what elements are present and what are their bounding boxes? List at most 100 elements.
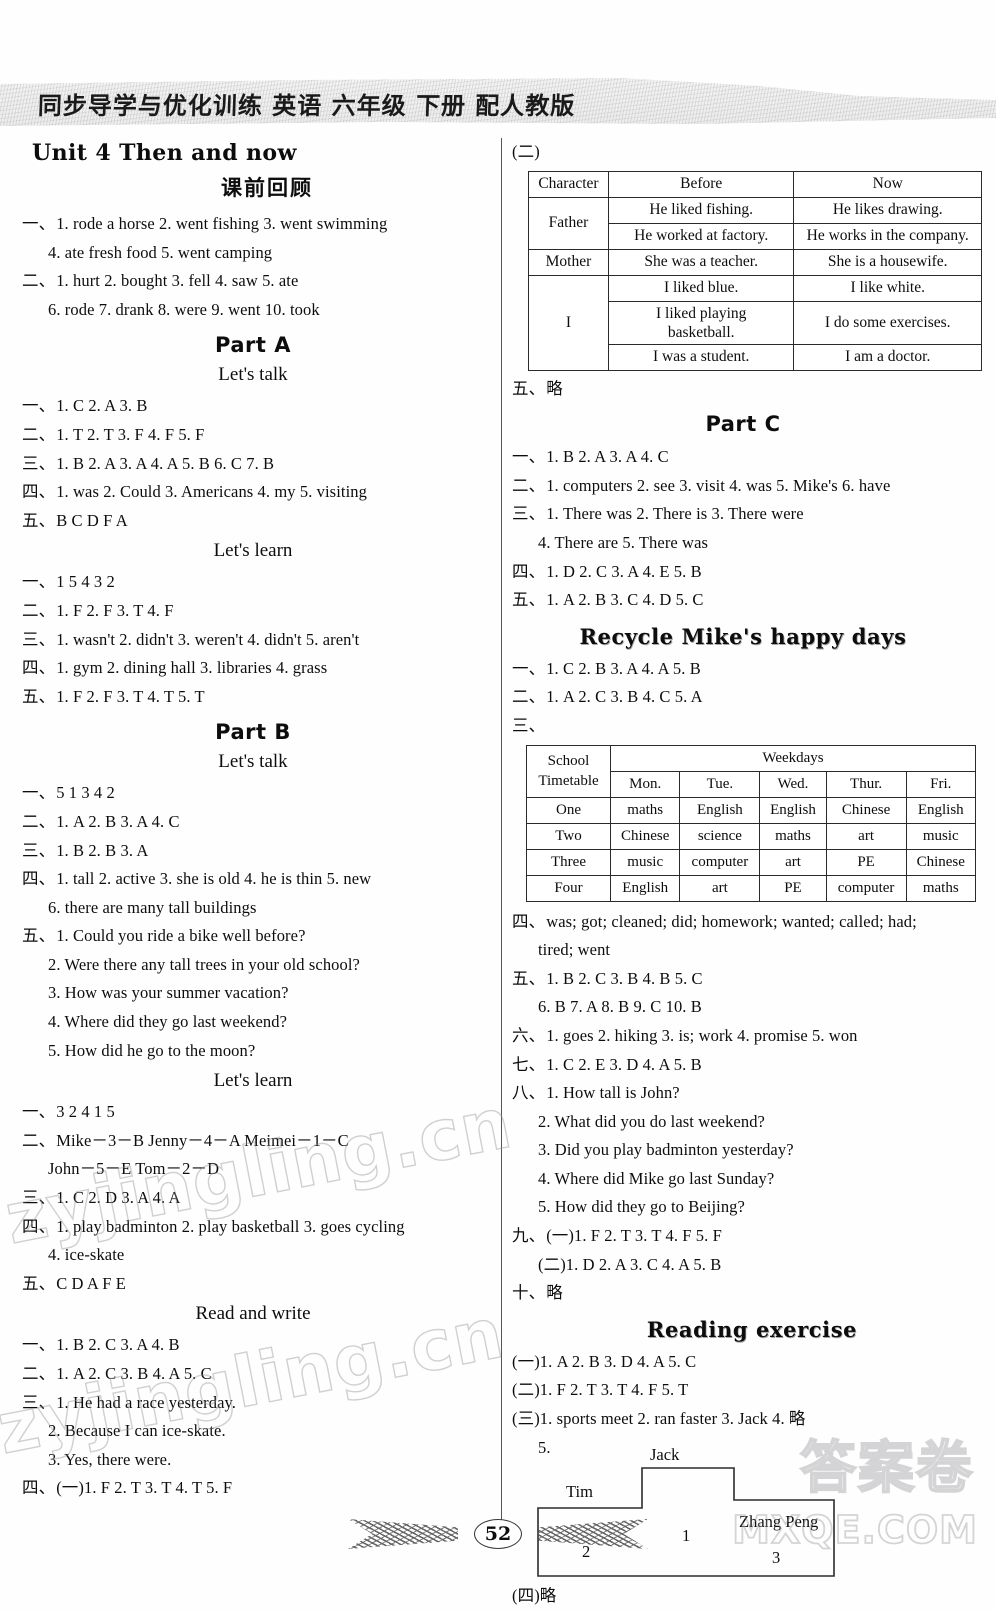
answer-line: 2. Were there any tall trees in your old… <box>22 951 484 980</box>
answer-line: 一、5 1 3 4 2 <box>22 779 484 808</box>
answer-line-text: 5. <box>538 1437 551 1457</box>
part-a-lets-learn-heading: Let's learn <box>213 540 293 562</box>
subject-cell: Chinese <box>825 796 907 824</box>
answer-line: 三、1. He had a race yesterday. <box>22 1389 484 1418</box>
answer-line: (二)1. D 2. A 3. C 4. A 5. B <box>512 1251 974 1280</box>
answer-line: 5. <box>512 1434 974 1463</box>
answer-line-label: 三、 <box>512 504 546 524</box>
part-a-lets-learn-answers: 一、1 5 4 3 2 二、1. F 2. F 3. T 4. F 三、1. was… <box>22 568 484 711</box>
answer-line: 四、1. D 2. C 3. A 4. E 5. B <box>512 558 974 587</box>
answer-line: 五、1. Could you ride a bike well before? <box>22 922 484 951</box>
now-cell: She is a housewife. <box>793 248 982 276</box>
character-cell: Father <box>528 196 609 250</box>
answer-line-text: 4. ice-skate <box>48 1245 125 1265</box>
answer-line: (三)1. sports meet 2. ran faster 3. Jack … <box>512 1405 974 1434</box>
now-cell: I like white. <box>793 274 982 302</box>
answer-line: 二、1. F 2. F 3. T 4. F <box>22 597 484 626</box>
subject-cell: English <box>679 796 761 824</box>
before-cell: He liked fishing. <box>607 196 795 224</box>
answer-line: 6. there are many tall buildings <box>22 894 484 923</box>
answer-line-text: (三)1. sports meet 2. ran faster 3. Jack … <box>512 1409 806 1429</box>
answer-line-label: 五、 <box>22 686 56 706</box>
answer-line-label: 一、 <box>22 1335 56 1355</box>
part-b-lets-talk-answers: 一、5 1 3 4 2 二、1. A 2. B 3. A 4. C 三、1. B 2… <box>22 779 484 1065</box>
answer-line-text: 1. F 2. F 3. T 4. F <box>56 600 174 620</box>
answer-line: 2. What did you do last weekend? <box>512 1108 974 1137</box>
answer-line-text: 1. Could you ride a bike well before? <box>56 926 306 946</box>
answer-line: 四、1. gym 2. dining hall 3. libraries 4. … <box>22 654 484 683</box>
school-timetable: School Timetable Weekdays Mon. Tue. Wed. Thur.… <box>526 744 977 902</box>
part-c-answers: 一、1. B 2. A 3. A 4. C 二、1. computers 2. s… <box>512 443 974 615</box>
answer-line-text: 1. T 2. T 3. F 4. F 5. F <box>56 424 205 444</box>
answer-line-text: 5 1 3 4 2 <box>56 783 115 803</box>
answer-line-label: 五、 <box>22 510 56 530</box>
answer-line-label: 四、 <box>22 1216 56 1236</box>
answer-line: 三、1. B 2. A 3. A 4. A 5. B 6. C 7. B <box>22 450 484 479</box>
answer-line: 四、1. tall 2. active 3. she is old 4. he … <box>22 865 484 894</box>
table-row: Mother She was a teacher. She is a housewi… <box>528 248 982 276</box>
subject-cell: PE <box>759 874 827 902</box>
answer-line-label: 四、 <box>512 911 546 931</box>
page-number-ornament: 52 <box>348 1512 648 1556</box>
answer-line-text: (一)1. A 2. B 3. D 4. A 5. C <box>512 1351 697 1371</box>
day-header: Mon. <box>609 770 681 798</box>
answer-line: 五、B C D F A <box>22 507 484 536</box>
answer-line: 三、 <box>512 712 974 741</box>
before-cell: I liked playing basketball. <box>607 300 795 345</box>
answer-line-text: 4. There are 5. There was <box>538 532 709 552</box>
now-cell: He works in the company. <box>793 222 982 250</box>
answer-line-label: 一、 <box>22 1102 56 1122</box>
answer-line-text: 2. What did you do last weekend? <box>538 1111 765 1131</box>
answer-line-label: 四、 <box>22 482 56 502</box>
now-cell: He likes drawing. <box>793 196 982 224</box>
subject-cell: music <box>609 848 681 876</box>
subject-cell: maths <box>609 796 681 824</box>
answer-line-text: 4. Where did Mike go last Sunday? <box>538 1168 775 1188</box>
answer-line: 二、1. computers 2. see 3. visit 4. was 5.… <box>512 472 974 501</box>
answer-line: 四、1. play badminton 2. play basketball 3… <box>22 1213 484 1242</box>
answer-line: 二、1. A 2. C 3. B 4. C 5. A <box>512 683 974 712</box>
period-cell: Four <box>526 874 611 902</box>
table-header-row: Character Before Now <box>528 170 982 198</box>
answer-line: 六、1. goes 2. hiking 3. is; work 4. promi… <box>512 1022 974 1051</box>
subject-cell: art <box>759 848 827 876</box>
answer-line: 3. Did you play badminton yesterday? <box>512 1136 974 1165</box>
answer-line: 3. Yes, there were. <box>22 1446 484 1475</box>
answer-line: 一、1. B 2. C 3. A 4. B <box>22 1331 484 1360</box>
period-cell: One <box>526 796 611 824</box>
answer-line: 二、Mike－3－B Jenny－4－A Meimei－1－C <box>22 1127 484 1156</box>
answer-line: 二、1. T 2. T 3. F 4. F 5. F <box>22 421 484 450</box>
answer-line: John－5－E Tom－2－D <box>22 1155 484 1184</box>
answer-line: 4. ate fresh food 5. went camping <box>22 239 484 268</box>
day-header: Thur. <box>825 770 907 798</box>
character-cell: Mother <box>528 248 609 276</box>
answer-line-label: 五、 <box>512 968 546 988</box>
answer-line-text: 1. goes 2. hiking 3. is; work 4. promise… <box>546 1025 858 1045</box>
subject-cell: music <box>905 822 977 850</box>
part-b-lets-learn-heading: Let's learn <box>213 1070 293 1092</box>
read-and-write-heading: Read and write <box>195 1303 311 1325</box>
answer-line: 一、1. rode a horse 2. went fishing 3. wen… <box>22 210 484 239</box>
answer-line-text: 4. ate fresh food 5. went camping <box>48 242 273 262</box>
table-row: One maths English English Chinese English <box>526 796 977 824</box>
answer-line-text: (二)1. D 2. A 3. C 4. A 5. B <box>538 1254 722 1274</box>
period-cell: Three <box>526 848 611 876</box>
answer-line-text: 1. play badminton 2. play basketball 3. … <box>56 1216 405 1236</box>
answer-line: 4. There are 5. There was <box>512 529 974 558</box>
answer-line-label: 九、 <box>512 1226 546 1246</box>
answer-key-page: 同步导学与优化训练 英语 六年级 下册 配人教版 Unit 4 Then and… <box>0 0 996 1605</box>
subject-cell: computer <box>825 874 907 902</box>
answer-line: (一)1. A 2. B 3. D 4. A 5. C <box>512 1348 974 1377</box>
subject-cell: PE <box>825 848 907 876</box>
day-header: Fri. <box>905 770 977 798</box>
answer-line-text: (二)1. F 2. T 3. T 4. F 5. T <box>512 1380 689 1400</box>
part-a-heading: Part A <box>215 333 291 358</box>
answer-line-label: 二、 <box>22 424 56 444</box>
answer-line: 2. Because I can ice-skate. <box>22 1417 484 1446</box>
answer-line: 4. Where did Mike go last Sunday? <box>512 1165 974 1194</box>
answer-line-text: 1. C 2. B 3. A 4. A 5. B <box>546 658 701 678</box>
answer-line: 三、1. C 2. D 3. A 4. A <box>22 1184 484 1213</box>
before-cell: He worked at factory. <box>607 222 795 250</box>
now-cell: I do some exercises. <box>793 300 982 345</box>
answer-line: tired; went <box>512 936 974 965</box>
